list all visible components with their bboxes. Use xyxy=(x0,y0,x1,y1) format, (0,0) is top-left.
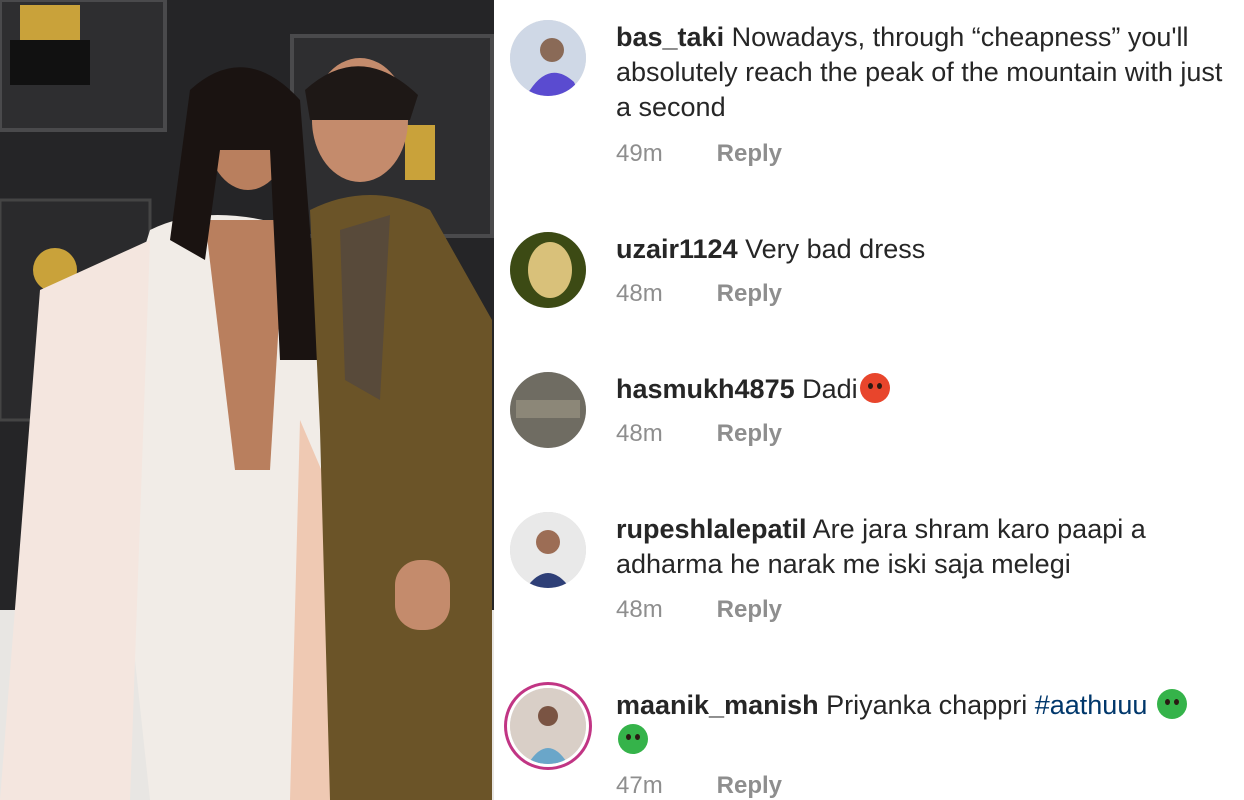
avatar-image xyxy=(510,512,586,588)
reply-button[interactable]: Reply xyxy=(717,596,782,623)
comment-text: hasmukh4875 Dadi xyxy=(616,372,1236,407)
comment-username[interactable]: maanik_manish xyxy=(616,690,819,720)
comment-timestamp[interactable]: 47m xyxy=(616,772,710,800)
avatar-image xyxy=(510,20,586,96)
comment-meta: 48m Reply xyxy=(616,596,782,624)
nauseated-face-icon xyxy=(618,724,648,754)
comment-text: maanik_manish Priyanka chappri #aathuuu xyxy=(616,688,1236,758)
comment-timestamp[interactable]: 48m xyxy=(616,280,710,308)
reply-button[interactable]: Reply xyxy=(717,140,782,167)
reply-button[interactable]: Reply xyxy=(717,772,782,799)
avatar-image xyxy=(510,372,586,448)
avatar-image xyxy=(510,688,586,764)
reply-button[interactable]: Reply xyxy=(717,420,782,447)
avatar[interactable] xyxy=(510,232,586,308)
comment-username[interactable]: rupeshlalepatil xyxy=(616,514,807,544)
comment-item: rupeshlalepatil Are jara shram karo paap… xyxy=(510,512,1230,632)
comment-item: uzair1124 Very bad dress 48m Reply xyxy=(510,232,1230,322)
avatar[interactable] xyxy=(510,688,586,764)
comment-meta: 48m Reply xyxy=(616,420,782,448)
avatar[interactable] xyxy=(510,512,586,588)
comment-body: Priyanka chappri xyxy=(826,690,1028,720)
comment-text: bas_taki Nowadays, through “cheapness” y… xyxy=(616,20,1236,125)
comment-meta: 47m Reply xyxy=(616,772,782,800)
comment-body: Dadi xyxy=(802,374,858,404)
comment-timestamp[interactable]: 48m xyxy=(616,596,710,624)
reply-button[interactable]: Reply xyxy=(717,280,782,307)
avatar[interactable] xyxy=(510,20,586,96)
comment-timestamp[interactable]: 49m xyxy=(616,140,710,168)
comment-username[interactable]: bas_taki xyxy=(616,22,724,52)
comment-item: hasmukh4875 Dadi 48m Reply xyxy=(510,372,1230,462)
comment-meta: 48m Reply xyxy=(616,280,782,308)
comment-text: rupeshlalepatil Are jara shram karo paap… xyxy=(616,512,1236,582)
comment-text: uzair1124 Very bad dress xyxy=(616,232,1236,267)
comment-timestamp[interactable]: 48m xyxy=(616,420,710,448)
comment-item: maanik_manish Priyanka chappri #aathuuu … xyxy=(510,688,1230,800)
angry-face-icon xyxy=(859,373,890,403)
post-photo xyxy=(0,0,494,800)
comment-body: Very bad dress xyxy=(745,234,926,264)
avatar-image xyxy=(510,232,586,308)
hashtag-link[interactable]: #aathuuu xyxy=(1035,690,1148,720)
photo-illustration xyxy=(0,0,494,800)
comments-panel: bas_taki Nowadays, through “cheapness” y… xyxy=(494,0,1244,800)
comment-username[interactable]: uzair1124 xyxy=(616,234,738,264)
nauseated-face-icon xyxy=(1156,689,1187,719)
avatar[interactable] xyxy=(510,372,586,448)
comment-item: bas_taki Nowadays, through “cheapness” y… xyxy=(510,20,1230,180)
comment-meta: 49m Reply xyxy=(616,140,782,168)
comment-username[interactable]: hasmukh4875 xyxy=(616,374,795,404)
